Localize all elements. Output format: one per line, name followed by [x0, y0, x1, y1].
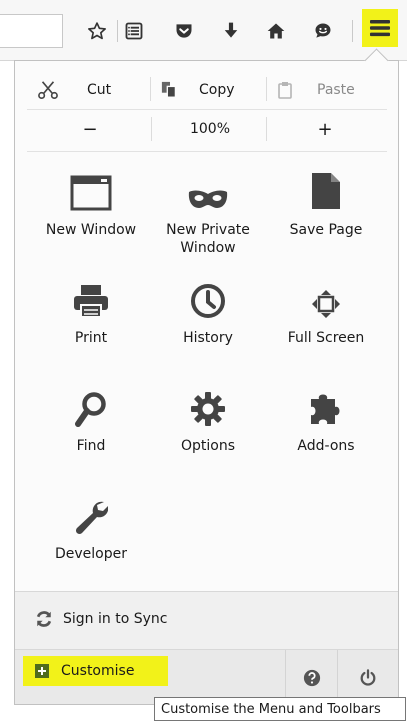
tile-label: Find [76, 438, 106, 454]
options-gear-icon [191, 392, 225, 426]
navigation-toolbar [0, 0, 407, 61]
toolbar-separator [352, 20, 353, 42]
home-icon[interactable] [259, 14, 293, 48]
new-window-icon [70, 175, 112, 211]
developer-button[interactable]: Developer [31, 491, 151, 563]
paste-clipboard-icon [278, 82, 292, 99]
zoom-in-button[interactable]: + [280, 109, 370, 149]
paste-label: Paste [317, 82, 355, 98]
sync-label: Sign in to Sync [63, 611, 168, 627]
zoom-separator [266, 117, 267, 141]
history-clock-icon [191, 284, 225, 318]
zoom-separator [151, 117, 152, 141]
tile-label: Save Page [289, 222, 363, 238]
cut-label: Cut [87, 82, 112, 98]
find-magnifier-icon [75, 392, 106, 427]
customise-plus-icon [35, 664, 49, 678]
edit-controls: Cut Copy Paste [15, 73, 398, 107]
tile-label: New Private Window [166, 222, 250, 256]
full-screen-button[interactable]: Full Screen [266, 275, 386, 347]
menu-hamburger-icon[interactable] [363, 11, 397, 45]
tile-label: Options [180, 438, 236, 454]
sign-in-to-sync-button[interactable]: Sign in to Sync [35, 610, 167, 628]
addons-puzzle-icon [311, 394, 340, 424]
new-window-button[interactable]: New Window [31, 167, 151, 239]
downloads-icon[interactable] [214, 14, 248, 48]
cut-button[interactable]: Cut [37, 73, 111, 107]
power-icon [360, 668, 376, 686]
customise-label: Customise [61, 663, 135, 679]
tile-label: Developer [54, 546, 127, 562]
tile-label: History [183, 330, 233, 346]
bookmark-star-icon[interactable] [80, 14, 114, 48]
private-mask-icon [188, 190, 228, 208]
customise-tooltip: Customise the Menu and Toolbars [154, 697, 406, 721]
customise-footer: Customise [15, 649, 398, 705]
help-question-icon [303, 669, 320, 686]
sync-footer: Sign in to Sync [15, 591, 398, 649]
tile-label: Print [74, 330, 108, 346]
zoom-reset-button[interactable]: 100% [165, 109, 255, 149]
print-icon [74, 285, 108, 318]
customise-button[interactable]: Customise [23, 656, 168, 686]
divider [27, 151, 387, 152]
new-private-window-button[interactable]: New Private Window [148, 167, 268, 257]
find-button[interactable]: Find [31, 383, 151, 455]
full-screen-icon [312, 290, 340, 318]
print-button[interactable]: Print [31, 275, 151, 347]
copy-button[interactable]: Copy [161, 73, 235, 107]
addons-button[interactable]: Add-ons [266, 383, 386, 455]
url-bar[interactable] [0, 14, 63, 48]
hamburger-menu-panel: Cut Copy Paste − 100% + New Window New P… [14, 60, 399, 705]
save-page-icon [312, 173, 340, 209]
zoom-out-button[interactable]: − [45, 109, 135, 149]
edit-separator [150, 77, 151, 101]
pocket-icon[interactable] [167, 14, 201, 48]
copy-label: Copy [199, 82, 235, 98]
tile-label: Full Screen [287, 330, 365, 346]
tile-label: Add-ons [297, 438, 355, 454]
bookmarks-list-icon[interactable] [117, 14, 151, 48]
hello-chat-icon[interactable] [306, 14, 340, 48]
edit-separator [266, 77, 267, 101]
options-button[interactable]: Options [148, 383, 268, 455]
tile-label: New Window [45, 222, 137, 238]
scissors-icon [38, 81, 58, 99]
history-button[interactable]: History [148, 275, 268, 347]
developer-wrench-icon [75, 501, 108, 535]
paste-button[interactable]: Paste [277, 73, 355, 107]
copy-icon [161, 81, 177, 98]
save-page-button[interactable]: Save Page [266, 167, 386, 239]
sync-arrows-icon [36, 611, 52, 627]
